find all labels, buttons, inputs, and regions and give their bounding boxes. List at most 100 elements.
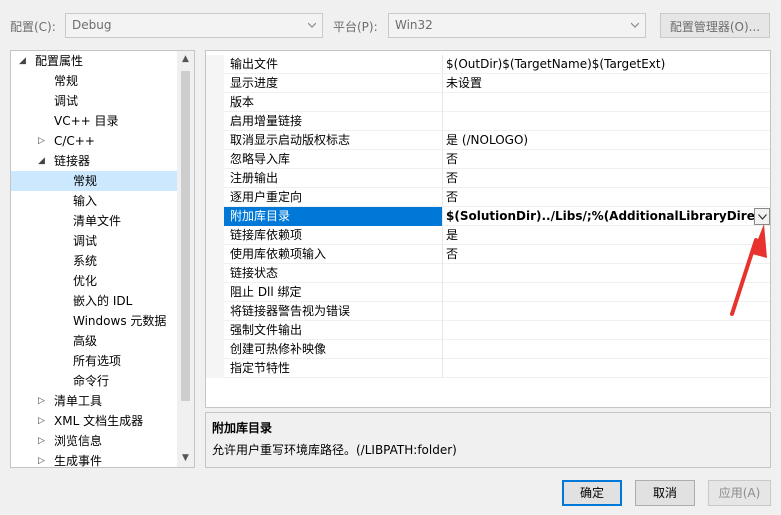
expanded-icon[interactable]: ◢ [38,151,48,171]
property-value[interactable] [446,112,762,131]
column-separator [442,150,443,169]
expanded-icon[interactable]: ◢ [19,51,29,71]
tree-item[interactable]: 输入 [11,191,177,211]
property-value[interactable] [446,321,762,340]
collapsed-icon [57,171,67,191]
tree-item[interactable]: 清单文件 [11,211,177,231]
tree-item[interactable]: ◢ 链接器 [11,151,177,171]
property-row[interactable]: 将链接器警告视为错误 [206,302,770,321]
platform-value: Win32 [395,18,433,32]
property-row[interactable]: 链接库依赖项 是 [206,226,770,245]
tree-item-label: 常规 [73,174,98,188]
collapsed-icon [57,331,67,351]
property-row[interactable]: 版本 [206,93,770,112]
tree-item[interactable]: 系统 [11,251,177,271]
tree-item[interactable]: 优化 [11,271,177,291]
property-value[interactable]: 否 [446,188,762,207]
property-name: 显示进度 [230,76,279,90]
description-text: 允许用户重写环境库路径。(/LIBPATH:folder) [212,443,457,457]
scroll-up-icon[interactable]: ▲ [177,51,194,68]
apply-button[interactable]: 应用(A) [708,480,771,506]
property-row[interactable]: 强制文件输出 [206,321,770,340]
platform-combo[interactable]: Win32 [388,13,646,38]
property-value[interactable]: 是 [446,226,762,245]
property-row[interactable]: 创建可热修补映像 [206,340,770,359]
column-separator [442,302,443,321]
property-value[interactable] [446,340,762,359]
property-value[interactable] [446,264,762,283]
property-value[interactable] [446,302,762,321]
property-value[interactable]: $(SolutionDir)../Libs/;%(AdditionalLibra… [446,207,754,226]
row-gutter [206,321,224,340]
property-value[interactable]: 否 [446,150,762,169]
tree-item-label: 所有选项 [73,354,122,368]
cancel-button[interactable]: 取消 [635,480,695,506]
property-value[interactable]: 否 [446,245,762,264]
property-value[interactable]: 否 [446,169,762,188]
property-row[interactable]: 指定节特性 [206,359,770,378]
collapsed-icon[interactable]: ▷ [38,131,48,151]
tree-item[interactable]: ▷ 浏览信息 [11,431,177,451]
tree-item[interactable]: 嵌入的 IDL [11,291,177,311]
property-value[interactable]: 是 (/NOLOGO) [446,131,762,150]
property-row[interactable]: 输出文件 $(OutDir)$(TargetName)$(TargetExt) [206,55,770,74]
collapsed-icon [38,71,48,91]
tree-item[interactable]: 常规 [11,71,177,91]
property-row[interactable]: 链接状态 [206,264,770,283]
property-row[interactable]: 阻止 Dll 绑定 [206,283,770,302]
collapsed-icon[interactable]: ▷ [38,391,48,411]
column-separator [442,169,443,188]
property-value[interactable] [446,283,762,302]
tree-item[interactable]: 所有选项 [11,351,177,371]
tree-item[interactable]: ▷ XML 文档生成器 [11,411,177,431]
tree-item[interactable]: VC++ 目录 [11,111,177,131]
scroll-down-icon[interactable]: ▼ [177,450,194,467]
column-separator [442,112,443,131]
tree-item-label: 命令行 [73,374,110,388]
collapsed-icon[interactable]: ▷ [38,411,48,431]
tree-item[interactable]: ▷ 生成事件 [11,451,177,467]
property-row[interactable]: 取消显示启动版权标志 是 (/NOLOGO) [206,131,770,150]
tree-item[interactable]: 调试 [11,231,177,251]
tree-item[interactable]: ▷ C/C++ [11,131,177,151]
column-separator [442,283,443,302]
property-row[interactable]: 忽略导入库 否 [206,150,770,169]
config-label: 配置(C): [10,20,56,34]
property-value[interactable] [446,359,762,378]
tree-item[interactable]: ▷ 清单工具 [11,391,177,411]
property-row[interactable]: 逐用户重定向 否 [206,188,770,207]
property-name: 附加库目录 [224,207,442,226]
column-separator [442,340,443,359]
property-row[interactable]: 注册输出 否 [206,169,770,188]
chevron-down-icon [308,22,316,28]
property-row[interactable]: 启用增量链接 [206,112,770,131]
ok-button[interactable]: 确定 [562,480,622,506]
collapsed-icon[interactable]: ▷ [38,451,48,467]
collapsed-icon[interactable]: ▷ [38,431,48,451]
configuration-manager-button[interactable]: 配置管理器(O)... [660,13,770,38]
property-row[interactable]: 附加库目录 $(SolutionDir)../Libs/;%(Additional… [206,207,770,226]
tree-item[interactable]: 调试 [11,91,177,111]
row-gutter [206,264,224,283]
tree-item[interactable]: 高级 [11,331,177,351]
config-combo[interactable]: Debug [65,13,323,38]
property-name: 链接库依赖项 [230,228,303,242]
tree-item[interactable]: ◢ 配置属性 [11,51,177,71]
column-separator [442,55,443,74]
property-row[interactable]: 使用库依赖项输入 否 [206,245,770,264]
description-panel: 附加库目录 允许用户重写环境库路径。(/LIBPATH:folder) [205,412,771,468]
tree-item[interactable]: Windows 元数据 [11,311,177,331]
platform-label: 平台(P): [333,20,378,34]
property-value[interactable] [446,93,762,112]
tree-item[interactable]: 常规 [11,171,177,191]
property-value[interactable]: 未设置 [446,74,762,93]
scrollbar-thumb[interactable] [181,71,190,401]
property-row[interactable]: 显示进度 未设置 [206,74,770,93]
tree-item[interactable]: 命令行 [11,371,177,391]
property-name: 取消显示启动版权标志 [230,133,351,147]
property-value[interactable]: $(OutDir)$(TargetName)$(TargetExt) [446,55,762,74]
collapsed-icon [57,291,67,311]
tree-scrollbar[interactable]: ▲ ▼ [177,51,194,467]
tree-item-label: 链接器 [54,154,91,168]
tree-item-label: 输入 [73,194,98,208]
